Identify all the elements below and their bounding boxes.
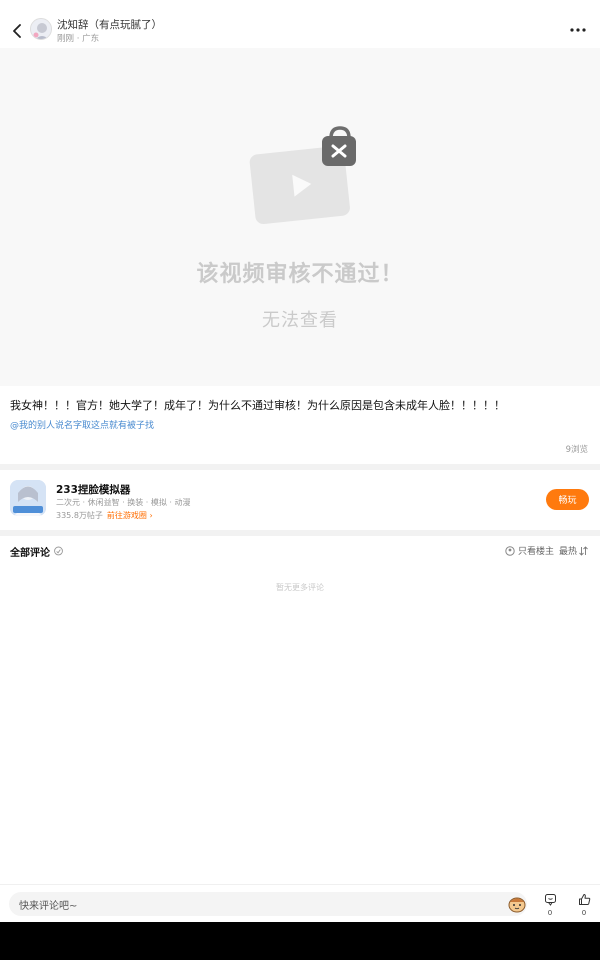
empty-comments-text: 暂无更多评论 (276, 583, 324, 592)
game-circle-link[interactable]: 前往游戏圈 › (107, 511, 153, 520)
video-player[interactable]: 该视频审核不通过！ 无法查看 (0, 48, 600, 386)
comment-action[interactable]: 0 (541, 891, 559, 917)
avatar-image (31, 19, 51, 39)
more-button[interactable] (568, 22, 588, 38)
more-dots-icon (570, 28, 586, 32)
blocked-video-icon (249, 126, 356, 225)
sort-icon (579, 545, 588, 556)
game-circle-link-label: 前往游戏圈 (106, 511, 147, 520)
play-button[interactable]: 畅玩 (546, 489, 589, 510)
comments-title: 全部评论 (10, 548, 50, 559)
game-icon[interactable] (10, 480, 46, 516)
game-post-count: 335.8万帖子 (56, 511, 103, 520)
like-action[interactable]: 0 (575, 891, 593, 917)
post-text: 我女神！！！官方！她大学了！成年了！为什么不通过审核！为什么原因是包含未成年人脸… (10, 399, 505, 412)
author-name[interactable]: 沈知辞（有点玩腻了） (57, 17, 162, 32)
only-author-label: 只看楼主 (518, 547, 555, 557)
comment-count: 0 (547, 909, 553, 917)
app-screen: 沈知辞（有点玩腻了） 刚刚 · 广东 该视频审核不通过！ 无法查看 我女神！！！… (0, 0, 600, 922)
section-divider (0, 530, 600, 536)
sort-toggle[interactable]: 最热 (559, 544, 588, 557)
sort-label: 最热 (558, 547, 577, 557)
comment-input[interactable]: 快来评论吧~ (9, 892, 527, 916)
author-avatar[interactable] (30, 18, 52, 40)
game-name[interactable]: 233捏脸模拟器 (56, 482, 130, 497)
comment-icon (544, 894, 556, 906)
only-author-filter[interactable]: 只看楼主 (505, 544, 554, 557)
comment-input-placeholder: 快来评论吧~ (19, 901, 78, 912)
game-tags: 二次元 · 休闲益智 · 换装 · 模拟 · 动漫 (56, 498, 191, 507)
game-stats: 335.8万帖子 前往游戏圈 › (56, 510, 153, 521)
thumb-up-icon (578, 894, 590, 905)
comments-header: 全部评论 只看楼主 最热 (0, 538, 600, 562)
system-nav-strip (0, 922, 600, 960)
video-status-subtitle: 无法查看 (262, 310, 338, 331)
game-card[interactable]: 233捏脸模拟器 二次元 · 休闲益智 · 换装 · 模拟 · 动漫 335.8… (0, 470, 600, 530)
game-icon-image (10, 480, 46, 516)
lock-x-icon (322, 126, 356, 166)
like-count: 0 (581, 909, 587, 917)
post-mention-link[interactable]: @我的别人说名字取这点就有被子找 (10, 418, 154, 431)
view-count: 9浏览 (565, 445, 588, 455)
back-arrow-icon (13, 24, 21, 38)
person-icon (505, 545, 515, 556)
top-bar: 沈知辞（有点玩腻了） 刚刚 · 广东 (0, 0, 600, 48)
fire-icon (54, 546, 63, 556)
bottom-bar: 快来评论吧~ 0 0 (0, 884, 600, 922)
video-status-title: 该视频审核不通过！ (196, 262, 404, 287)
post-time-location: 刚刚 · 广东 (57, 34, 100, 44)
back-button[interactable] (6, 18, 28, 44)
emoji-face-icon[interactable] (507, 895, 527, 913)
